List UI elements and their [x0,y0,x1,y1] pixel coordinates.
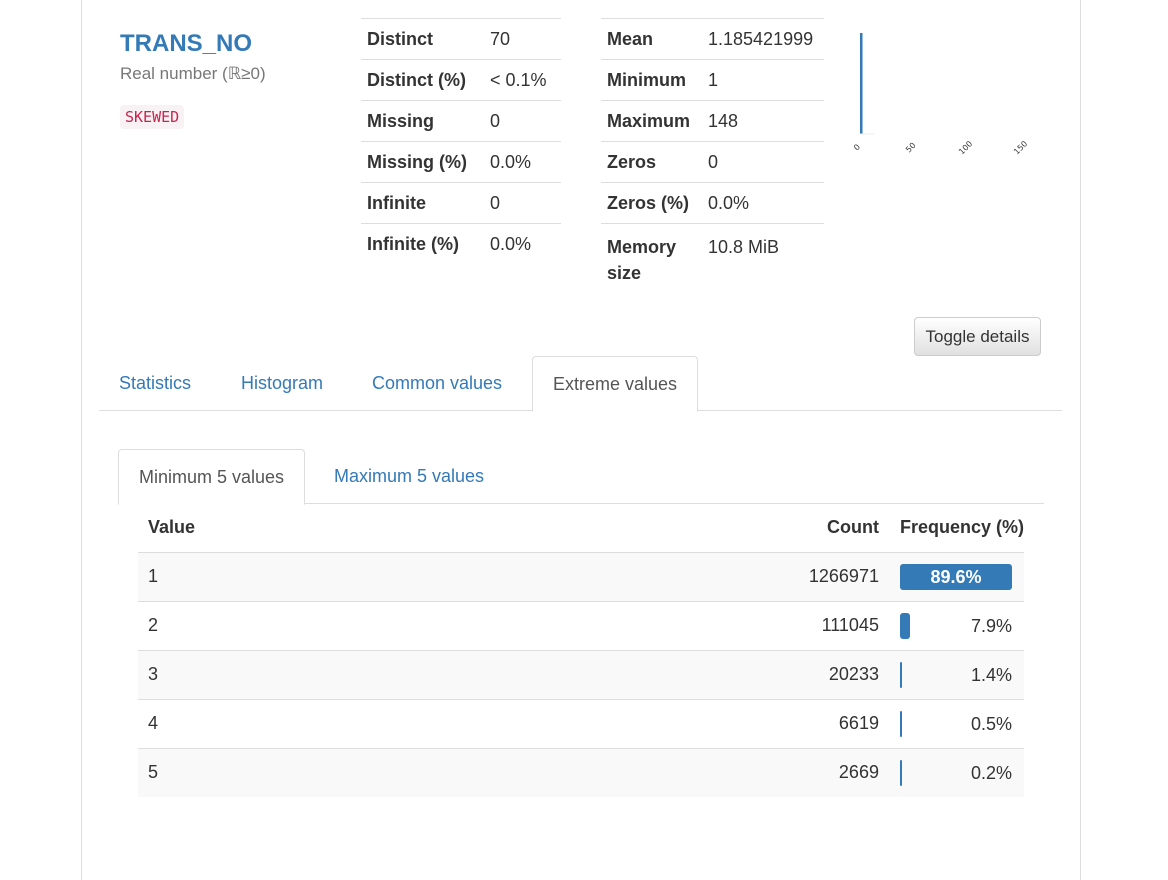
mini-histogram: 0 50 100 150 [852,33,1029,156]
stat-value: 1 [702,59,824,101]
stat-row: Missing (%) 0.0% [361,141,561,183]
tab-histogram[interactable]: Histogram [221,356,343,411]
value-cell: 3 [138,649,769,699]
stat-row: Mean 1.185421999 [601,18,824,60]
frequency-label: 0.2% [970,762,1012,783]
stat-row: Distinct (%) < 0.1% [361,59,561,101]
value-cell: 1 [138,551,769,601]
variable-name[interactable]: TRANS_NO [120,30,252,58]
stats-table-left: Distinct 70 Distinct (%) < 0.1% Missing 0 M… [361,18,561,265]
stat-key: Distinct (%) [361,59,484,101]
histogram-tick-label: 0 [852,142,862,152]
stat-key: Mean [601,18,702,60]
stat-value: 0 [702,141,824,183]
stat-row: Memory size 10.8 MiB [601,223,824,288]
histogram-tick-label: 50 [904,141,918,155]
frequency-cell: 0.2% [888,747,1024,797]
tab-common-values[interactable]: Common values [352,356,522,411]
extreme-values-subtabs: Minimum 5 values Maximum 5 values [118,449,1044,505]
stat-key: Zeros [601,141,702,183]
frequency-bar-wrap: 0.2% [899,759,1012,786]
stats-table-right: Mean 1.185421999 Minimum 1 Maximum 148 Zero… [601,18,824,288]
stat-key: Minimum [601,59,702,101]
frequency-bar-wrap: 7.9% [899,612,1012,639]
variable-type: Real number (ℝ≥0) [120,64,266,83]
stat-value: 0.0% [702,182,824,224]
stat-value: 0.0% [484,223,561,265]
frequency-label: 0.5% [970,713,1012,734]
frequency-cell: 89.6% [888,551,1024,601]
tab-extreme-values[interactable]: Extreme values [532,356,699,412]
stat-row: Zeros (%) 0.0% [601,182,824,224]
value-column-header[interactable]: Value [138,504,769,553]
stat-key: Infinite (%) [361,223,484,265]
stat-key: Zeros (%) [601,182,702,224]
frequency-label: 89.6% [930,566,982,587]
frequency-cell: 0.5% [888,698,1024,748]
stat-key: Missing (%) [361,141,484,183]
stat-key: Memory size [601,223,702,288]
count-cell: 6619 [768,698,889,748]
toggle-details-button[interactable]: Toggle details [914,317,1041,356]
histogram-tick-label: 150 [1012,139,1029,156]
stat-value: < 0.1% [484,59,561,101]
count-cell: 1266971 [768,551,889,601]
stat-row: Minimum 1 [601,59,824,101]
stat-row: Infinite (%) 0.0% [361,223,561,265]
value-cell: 4 [138,698,769,748]
stat-value: 0 [484,182,561,224]
stat-value: 10.8 MiB [702,223,824,288]
stat-value: 0 [484,100,561,142]
main-tabs: Statistics Histogram Common values Extre… [99,356,1062,412]
frequency-label: 7.9% [970,615,1012,636]
tab-statistics[interactable]: Statistics [99,356,211,411]
frequency-bar [899,759,902,786]
stat-key: Maximum [601,100,702,142]
count-column-header[interactable]: Count [768,504,889,553]
stat-row: Infinite 0 [361,182,561,224]
skewed-badge: SKEWED [120,105,185,129]
frequency-bar-wrap: 89.6% [899,563,1012,590]
value-cell: 2 [138,600,769,650]
histogram-bar [860,33,863,134]
tab-minimum-5-values[interactable]: Minimum 5 values [118,449,306,505]
table-row: 1 1266971 89.6% [138,551,1024,601]
frequency-bar [899,710,902,737]
stat-key: Missing [361,100,484,142]
table-row: 3 20233 1.4% [138,649,1024,699]
table-row: 4 6619 0.5% [138,698,1024,748]
stat-row: Missing 0 [361,100,561,142]
stat-value: 0.0% [484,141,561,183]
extreme-values-table: Value Count Frequency (%) 1 1266971 89.6% 2… [138,504,1024,797]
stat-row: Distinct 70 [361,18,561,60]
tab-maximum-5-values[interactable]: Maximum 5 values [314,449,504,504]
count-cell: 111045 [768,600,889,650]
stat-value: 1.185421999 [702,18,824,60]
frequency-bar-wrap: 0.5% [899,710,1012,737]
stat-key: Distinct [361,18,484,60]
count-cell: 20233 [768,649,889,699]
frequency-bar [899,612,910,639]
frequency-label: 1.4% [970,664,1012,685]
stat-row: Zeros 0 [601,141,824,183]
count-cell: 2669 [768,747,889,797]
table-header-row: Value Count Frequency (%) [138,504,1024,553]
value-cell: 5 [138,747,769,797]
frequency-bar-wrap: 1.4% [899,661,1012,688]
frequency-column-header[interactable]: Frequency (%) [888,504,1024,553]
histogram-tick-label: 100 [957,139,974,156]
frequency-cell: 7.9% [888,600,1024,650]
stat-value: 148 [702,100,824,142]
frequency-cell: 1.4% [888,649,1024,699]
frequency-bar [899,661,902,688]
stat-row: Maximum 148 [601,100,824,142]
table-row: 5 2669 0.2% [138,747,1024,797]
table-row: 2 111045 7.9% [138,600,1024,650]
stat-value: 70 [484,18,561,60]
stat-key: Infinite [361,182,484,224]
